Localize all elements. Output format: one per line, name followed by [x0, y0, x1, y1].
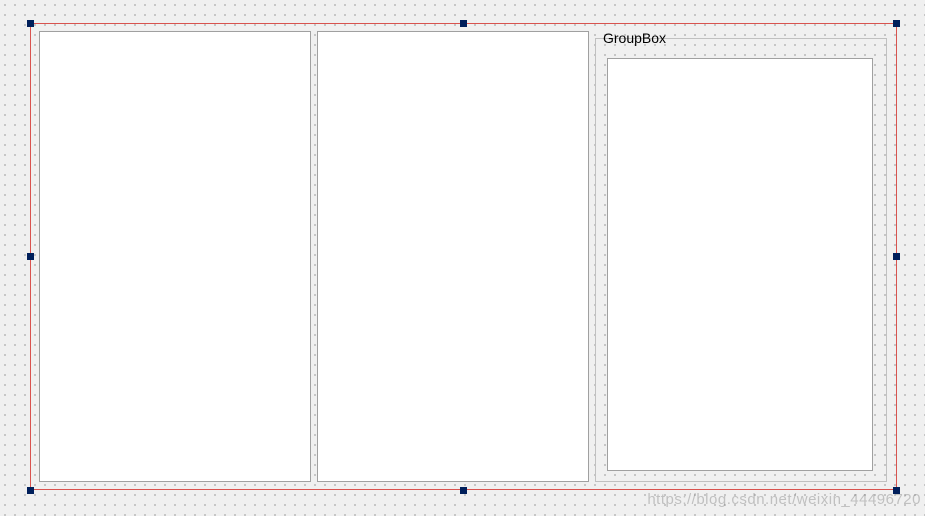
resize-handle-top-left[interactable] — [27, 20, 34, 27]
resize-handle-top-middle[interactable] — [460, 20, 467, 27]
groupbox-inner-panel[interactable] — [607, 58, 873, 471]
resize-handle-middle-right[interactable] — [893, 253, 900, 260]
resize-handle-bottom-middle[interactable] — [460, 487, 467, 494]
groupbox[interactable]: GroupBox — [595, 31, 887, 482]
watermark-text: https://blog.csdn.net/weixin_44496720 — [647, 491, 921, 508]
resize-handle-middle-left[interactable] — [27, 253, 34, 260]
resize-handle-bottom-left[interactable] — [27, 487, 34, 494]
panel-left[interactable] — [39, 31, 311, 482]
resize-handle-top-right[interactable] — [893, 20, 900, 27]
groupbox-title: GroupBox — [603, 31, 666, 45]
panel-middle[interactable] — [317, 31, 589, 482]
